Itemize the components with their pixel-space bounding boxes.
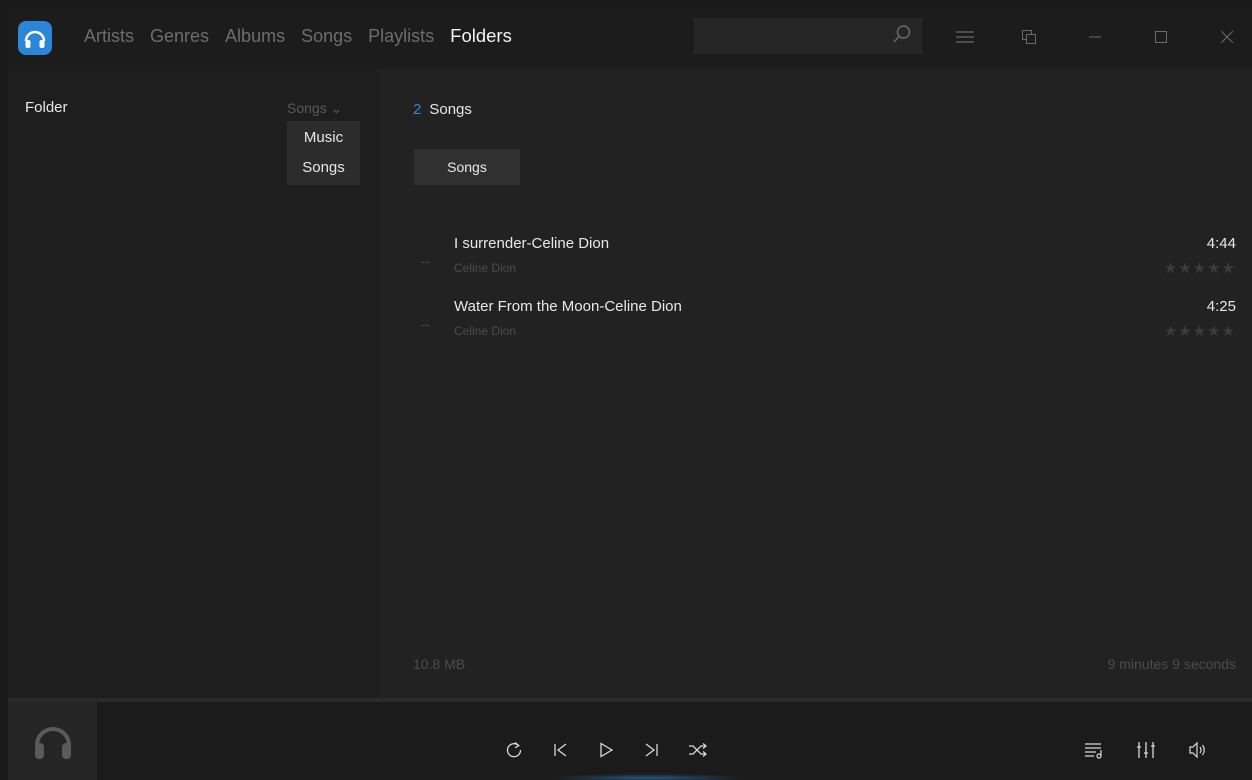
sort-dropdown-menu: Music Songs xyxy=(287,121,360,185)
track-number: -- xyxy=(421,254,430,269)
track-number: -- xyxy=(421,317,430,332)
search-input[interactable] xyxy=(694,18,884,54)
rating-stars[interactable]: ★★★★★ xyxy=(1164,259,1236,277)
album-art xyxy=(8,702,97,780)
player-secondary-controls xyxy=(1084,740,1240,760)
tab-genres[interactable]: Genres xyxy=(150,8,209,69)
songs-filter-button[interactable]: Songs xyxy=(414,149,520,185)
close-icon[interactable] xyxy=(1212,22,1242,52)
search-icon[interactable] xyxy=(892,24,912,51)
player-bar xyxy=(8,698,1252,780)
tab-playlists[interactable]: Playlists xyxy=(368,8,434,69)
song-count-number: 2 xyxy=(413,101,422,118)
headphones-placeholder-icon xyxy=(29,715,77,768)
sort-dropdown[interactable]: Songs ⌄ xyxy=(287,100,342,117)
minimize-icon[interactable] xyxy=(1080,22,1110,52)
tab-artists[interactable]: Artists xyxy=(84,8,134,69)
folder-label: Folder xyxy=(25,99,68,116)
app-window: Artists Genres Albums Songs Playlists Fo… xyxy=(8,8,1252,780)
main-nav: Artists Genres Albums Songs Playlists Fo… xyxy=(84,8,528,72)
tab-albums[interactable]: Albums xyxy=(225,8,285,69)
progress-glow xyxy=(548,774,748,780)
shuffle-icon[interactable] xyxy=(688,740,708,760)
folder-panel: Folder Songs ⌄ Music Songs xyxy=(8,69,379,698)
search-box xyxy=(694,18,922,54)
headphones-logo-icon xyxy=(18,21,52,55)
repeat-icon[interactable] xyxy=(504,740,524,760)
dropdown-option-songs[interactable]: Songs xyxy=(287,153,360,183)
total-size: 10.8 MB xyxy=(413,656,466,672)
equalizer-icon[interactable] xyxy=(1136,740,1156,760)
hamburger-menu-icon[interactable] xyxy=(950,22,980,52)
song-title: Water From the Moon-Celine Dion xyxy=(454,298,682,315)
playback-controls xyxy=(504,740,734,760)
volume-icon[interactable] xyxy=(1188,740,1208,760)
title-bar: Artists Genres Albums Songs Playlists Fo… xyxy=(8,8,1252,72)
mini-player-icon[interactable] xyxy=(1014,22,1044,52)
rating-stars[interactable]: ★★★★★ xyxy=(1164,322,1236,340)
dropdown-option-music[interactable]: Music xyxy=(287,123,360,153)
song-list-panel: 2 Songs Songs -- I surrender-Celine Dion … xyxy=(379,69,1252,698)
song-count: 2 Songs xyxy=(413,101,472,118)
song-title: I surrender-Celine Dion xyxy=(454,235,610,252)
tab-folders[interactable]: Folders xyxy=(438,8,524,72)
play-icon[interactable] xyxy=(596,740,616,760)
song-count-label: Songs xyxy=(429,101,472,118)
song-duration: 4:25 xyxy=(1206,298,1236,315)
song-duration: 4:44 xyxy=(1206,235,1236,252)
next-icon[interactable] xyxy=(642,740,662,760)
tab-songs[interactable]: Songs xyxy=(301,8,352,69)
song-artist: Celine Dion xyxy=(454,261,517,275)
song-artist: Celine Dion xyxy=(454,324,517,338)
previous-icon[interactable] xyxy=(550,740,570,760)
list-item[interactable]: -- I surrender-Celine Dion Celine Dion 4… xyxy=(379,235,1252,295)
total-duration: 9 minutes 9 seconds xyxy=(1107,656,1236,672)
list-item[interactable]: -- Water From the Moon-Celine Dion Celin… xyxy=(379,298,1252,358)
playlist-icon[interactable] xyxy=(1084,740,1104,760)
maximize-icon[interactable] xyxy=(1146,22,1176,52)
